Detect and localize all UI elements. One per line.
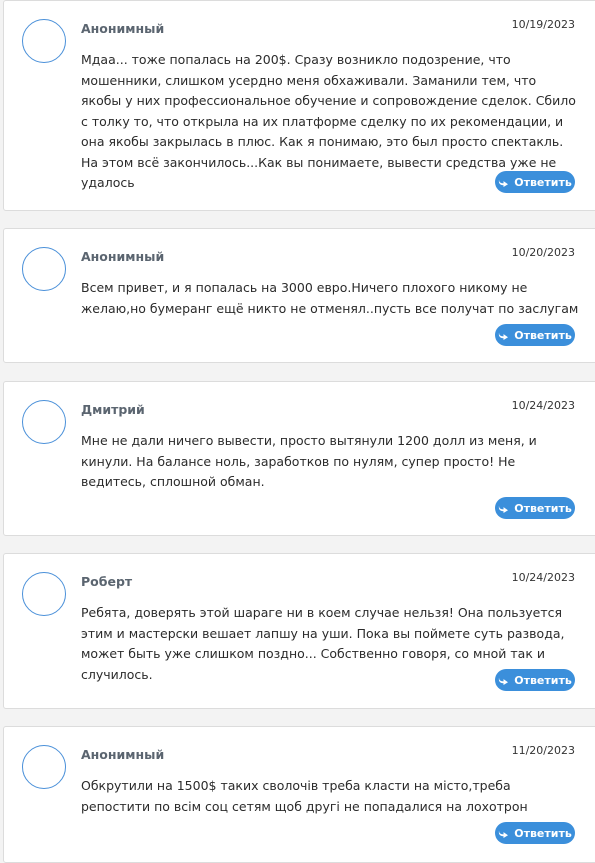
reply-label: Ответить <box>514 673 572 687</box>
comment-card: Роберт 10/24/2023 Ребята, доверять этой … <box>3 553 595 709</box>
reply-label: Ответить <box>514 328 572 342</box>
comment-date: 10/20/2023 <box>511 246 575 259</box>
comment-text: Мне не дали ничего вывести, просто вытян… <box>81 433 537 489</box>
reply-button[interactable]: Ответить <box>495 669 575 691</box>
comment-card: Дмитрий 10/24/2023 Мне не дали ничего вы… <box>3 381 595 536</box>
reply-label: Ответить <box>514 501 572 515</box>
comment-author[interactable]: Анонимный <box>81 747 164 762</box>
avatar[interactable] <box>22 400 66 444</box>
reply-button[interactable]: Ответить <box>495 822 575 844</box>
avatar[interactable] <box>22 572 66 616</box>
comment-card: Анонимный 10/20/2023 Всем привет, и я по… <box>3 228 595 363</box>
comment-date: 10/24/2023 <box>511 571 575 584</box>
reply-arrow-icon <box>499 677 509 685</box>
comment-date: 11/20/2023 <box>511 744 575 757</box>
comment-date: 10/19/2023 <box>511 18 575 31</box>
comment-author[interactable]: Анонимный <box>81 21 164 36</box>
comment-date: 10/24/2023 <box>511 399 575 412</box>
comment-card: Анонимный 10/19/2023 Мдаа... тоже попала… <box>3 0 595 211</box>
avatar[interactable] <box>22 19 66 63</box>
comment-author[interactable]: Роберт <box>81 574 132 589</box>
reply-button[interactable]: Ответить <box>495 171 575 193</box>
comment-author[interactable]: Дмитрий <box>81 402 145 417</box>
comment-text: Всем привет, и я попалась на 3000 евро.Н… <box>81 280 579 316</box>
reply-label: Ответить <box>514 175 572 189</box>
reply-label: Ответить <box>514 826 572 840</box>
reply-arrow-icon <box>499 179 509 187</box>
comment-author[interactable]: Анонимный <box>81 249 164 264</box>
avatar[interactable] <box>22 247 66 291</box>
comment-text: Обкрутили на 1500$ таких сволочів треба … <box>81 778 528 814</box>
comment-card: Анонимный 11/20/2023 Обкрутили на 1500$ … <box>3 726 595 863</box>
reply-arrow-icon <box>499 332 509 340</box>
avatar[interactable] <box>22 745 66 789</box>
reply-button[interactable]: Ответить <box>495 324 575 346</box>
reply-arrow-icon <box>499 505 509 513</box>
reply-arrow-icon <box>499 830 509 838</box>
reply-button[interactable]: Ответить <box>495 497 575 519</box>
